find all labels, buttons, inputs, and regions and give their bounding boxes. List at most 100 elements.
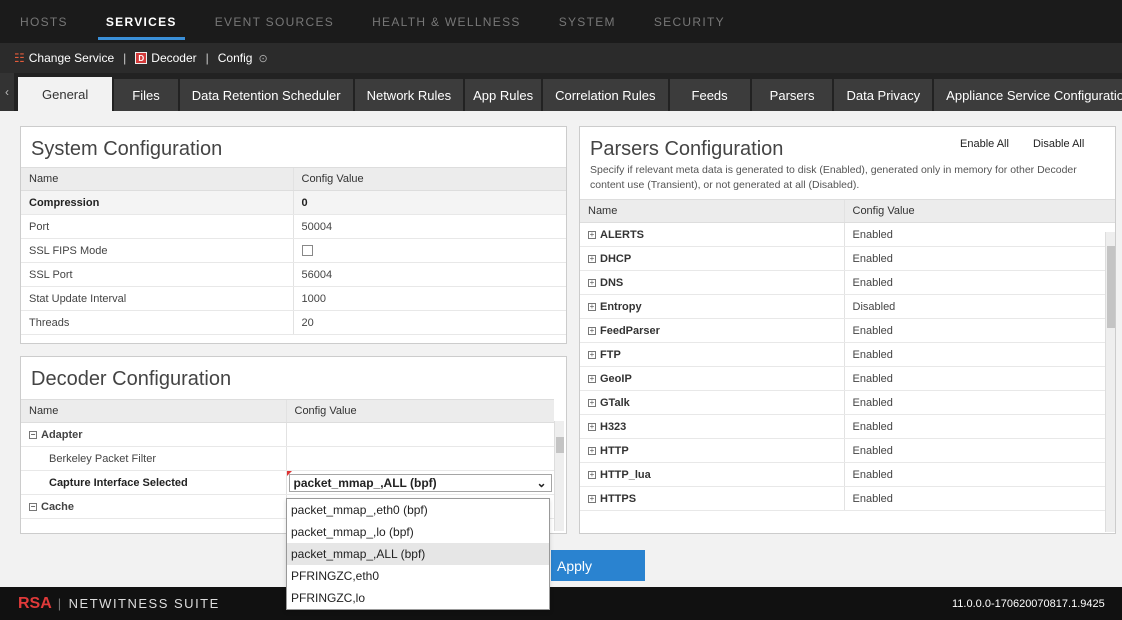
row-value[interactable]: 0	[292, 190, 566, 215]
table-row[interactable]: Berkeley Packet Filter	[21, 446, 554, 471]
tab-data-privacy[interactable]: Data Privacy	[834, 79, 933, 111]
column-header[interactable]: Config Value	[843, 199, 1115, 223]
nav-hosts[interactable]: HOSTS	[20, 0, 68, 43]
table-row[interactable]: Capture Interface Selected packet_mmap_,…	[21, 470, 554, 495]
row-value[interactable]	[285, 446, 554, 471]
parser-value[interactable]: Enabled	[843, 462, 1115, 487]
nav-event-sources[interactable]: EVENT SOURCES	[215, 0, 334, 43]
dropdown-option[interactable]: packet_mmap_,eth0 (bpf)	[287, 499, 549, 521]
table-row[interactable]: SSL FIPS Mode	[21, 238, 566, 263]
column-header[interactable]: Name	[580, 199, 844, 223]
table-row[interactable]: + HTTP_lua Enabled	[580, 462, 1115, 487]
table-row[interactable]: + DNS Enabled	[580, 270, 1115, 295]
expand-icon[interactable]: +	[588, 494, 596, 503]
tab-feeds[interactable]: Feeds	[669, 79, 750, 111]
column-header[interactable]: Name	[21, 399, 286, 423]
row-value[interactable]: 56004	[292, 262, 566, 287]
change-service-label: Change Service	[28, 51, 115, 65]
parser-value[interactable]: Enabled	[843, 342, 1115, 367]
expand-icon[interactable]: +	[588, 374, 596, 383]
expand-icon[interactable]: +	[588, 350, 596, 359]
table-row[interactable]: Port 50004	[21, 214, 566, 239]
table-row[interactable]: + ALERTS Enabled	[580, 222, 1115, 247]
expand-icon[interactable]: +	[588, 278, 596, 287]
table-row[interactable]: + FeedParser Enabled	[580, 318, 1115, 343]
scrollbar-thumb[interactable]	[1107, 246, 1115, 328]
column-header[interactable]: Config Value	[292, 167, 566, 191]
scrollbar-thumb[interactable]	[556, 437, 564, 453]
parser-value[interactable]: Enabled	[843, 318, 1115, 343]
capture-interface-select[interactable]: packet_mmap_,ALL (bpf) ⌄	[288, 473, 552, 492]
table-row[interactable]: Stat Update Interval 1000	[21, 286, 566, 311]
system-configuration-panel: System Configuration Name Config Value C…	[20, 126, 567, 344]
tab-files[interactable]: Files	[114, 79, 178, 111]
parser-value[interactable]: Disabled	[843, 294, 1115, 319]
table-row[interactable]: Threads 20	[21, 310, 566, 335]
table-row[interactable]: + GeoIP Enabled	[580, 366, 1115, 391]
enable-all-link[interactable]: Enable All	[960, 138, 1009, 150]
tree-group-adapter[interactable]: − Adapter	[21, 422, 554, 447]
table-row[interactable]: + DHCP Enabled	[580, 246, 1115, 271]
parser-value[interactable]: Enabled	[843, 438, 1115, 463]
expand-icon[interactable]: +	[588, 302, 596, 311]
table-row[interactable]: + GTalk Enabled	[580, 390, 1115, 415]
nav-services[interactable]: SERVICES	[97, 0, 185, 43]
table-row[interactable]: + HTTPS Enabled	[580, 486, 1115, 511]
tab-general[interactable]: General	[18, 77, 113, 111]
expand-icon[interactable]: +	[588, 446, 596, 455]
tab-strip: ‹ General Files Data Retention Scheduler…	[0, 73, 1122, 111]
table-row[interactable]: Compression 0	[21, 190, 566, 215]
row-value[interactable]: 50004	[292, 214, 566, 239]
tab-parsers[interactable]: Parsers	[751, 79, 833, 111]
tab-network-rules[interactable]: Network Rules	[354, 79, 464, 111]
nav-system[interactable]: SYSTEM	[559, 0, 616, 43]
table-row[interactable]: + FTP Enabled	[580, 342, 1115, 367]
dropdown-option[interactable]: PFRINGZC,eth0	[287, 565, 549, 587]
expand-icon[interactable]: +	[588, 470, 596, 479]
disable-all-link[interactable]: Disable All	[1033, 138, 1084, 150]
parser-value[interactable]: Enabled	[843, 246, 1115, 271]
column-header[interactable]: Config Value	[285, 399, 554, 423]
apply-button[interactable]: Apply	[551, 550, 645, 581]
scrollbar[interactable]	[1105, 232, 1115, 532]
parser-value[interactable]: Enabled	[843, 390, 1115, 415]
expand-icon[interactable]: +	[588, 422, 596, 431]
row-value[interactable]: 20	[292, 310, 566, 335]
table-row[interactable]: + Entropy Disabled	[580, 294, 1115, 319]
parser-value[interactable]: Enabled	[843, 222, 1115, 247]
parser-value[interactable]: Enabled	[843, 486, 1115, 511]
collapse-icon[interactable]: −	[29, 430, 37, 439]
parser-name: Entropy	[600, 300, 642, 313]
parser-value[interactable]: Enabled	[843, 270, 1115, 295]
tab-data-retention-scheduler[interactable]: Data Retention Scheduler	[179, 79, 353, 111]
tab-correlation-rules[interactable]: Correlation Rules	[543, 79, 668, 111]
change-service-button[interactable]: ☷ Change Service	[14, 51, 114, 65]
dropdown-option[interactable]: packet_mmap_,lo (bpf)	[287, 521, 549, 543]
parser-name: ALERTS	[600, 228, 644, 241]
scrollbar[interactable]	[554, 421, 564, 531]
dropdown-option[interactable]: PFRINGZC,lo	[287, 587, 549, 609]
expand-icon[interactable]: +	[588, 398, 596, 407]
expand-icon[interactable]: +	[588, 254, 596, 263]
decoder-service[interactable]: D Decoder	[135, 51, 197, 65]
column-header[interactable]: Name	[21, 167, 293, 191]
ssl-fips-checkbox[interactable]	[301, 245, 313, 257]
dropdown-option-selected[interactable]: packet_mmap_,ALL (bpf)	[287, 543, 549, 565]
tab-app-rules[interactable]: App Rules	[465, 79, 542, 111]
row-value[interactable]: 1000	[292, 286, 566, 311]
nav-security[interactable]: SECURITY	[654, 0, 725, 43]
parser-value[interactable]: Enabled	[843, 414, 1115, 439]
config-menu[interactable]: Config ⊙	[218, 51, 268, 65]
nav-health-wellness[interactable]: HEALTH & WELLNESS	[372, 0, 521, 43]
parsers-configuration-panel: Parsers Configuration Specify if relevan…	[579, 126, 1116, 534]
parser-value[interactable]: Enabled	[843, 366, 1115, 391]
table-row[interactable]: SSL Port 56004	[21, 262, 566, 287]
table-row[interactable]: + H323 Enabled	[580, 414, 1115, 439]
tab-appliance-service-configuration[interactable]: Appliance Service Configuration	[934, 79, 1122, 111]
collapse-icon[interactable]: −	[29, 502, 37, 511]
table-row[interactable]: + HTTP Enabled	[580, 438, 1115, 463]
expand-icon[interactable]: +	[588, 326, 596, 335]
expand-icon[interactable]: +	[588, 230, 596, 239]
suite-name: NETWITNESS SUITE	[68, 596, 220, 611]
scroll-left-icon[interactable]: ‹	[0, 73, 14, 111]
